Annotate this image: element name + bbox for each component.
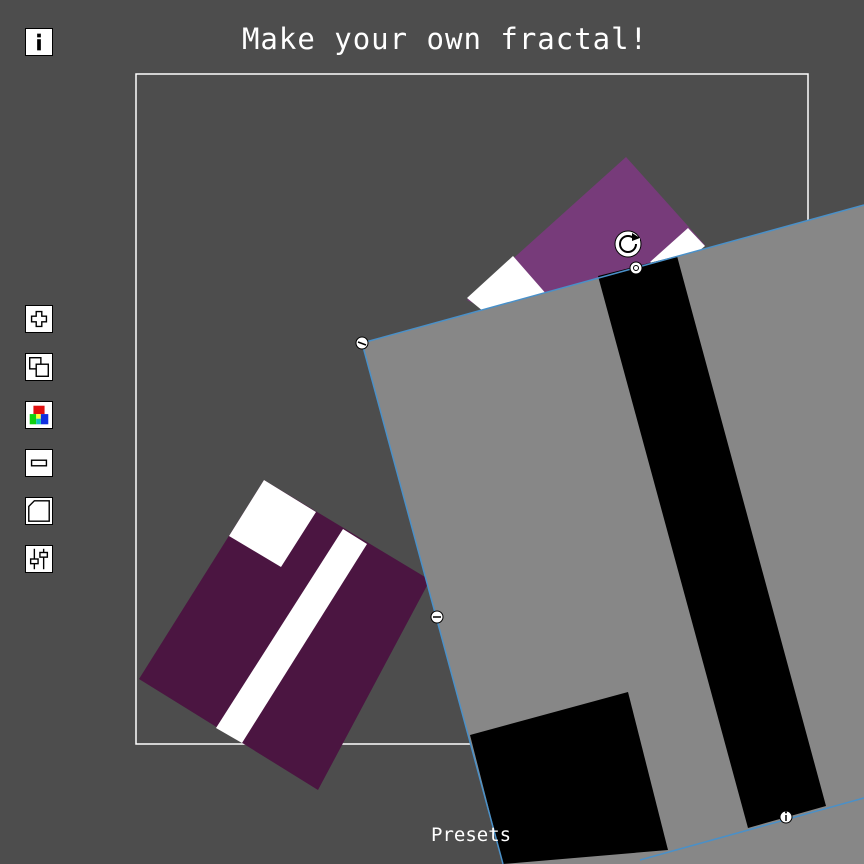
minus-icon [30,459,48,467]
frame-icon [28,500,50,522]
frame-corner-tl [135,73,144,82]
resize-handle-icon[interactable] [430,610,444,624]
frame-shape-button[interactable] [25,497,53,525]
settings-sliders-button[interactable] [25,545,53,573]
palette-icon [29,405,49,425]
info-button[interactable] [25,28,53,56]
app-stage: Make your own fractal! Presets [0,0,864,864]
fractal-base-shape[interactable] [361,204,864,864]
resize-handle-icon[interactable] [355,336,369,350]
info-handle-icon[interactable] [779,810,793,824]
add-shape-button[interactable] [25,305,53,333]
sliders-icon [29,548,49,570]
frame-corner-bl [135,736,144,745]
info-icon [37,33,41,51]
page-title: Make your own fractal! [241,22,649,56]
frame-corner-tr [800,73,809,82]
remove-shape-button[interactable] [25,449,53,477]
duplicate-shape-button[interactable] [25,353,53,381]
fractal-canvas[interactable] [0,0,864,864]
color-palette-button[interactable] [25,401,53,429]
resize-handle-icon[interactable] [629,261,643,275]
presets-button[interactable]: Presets [431,824,511,846]
rotate-handle-icon[interactable] [614,230,642,258]
duplicate-icon [29,357,49,377]
plus-icon [30,310,48,328]
